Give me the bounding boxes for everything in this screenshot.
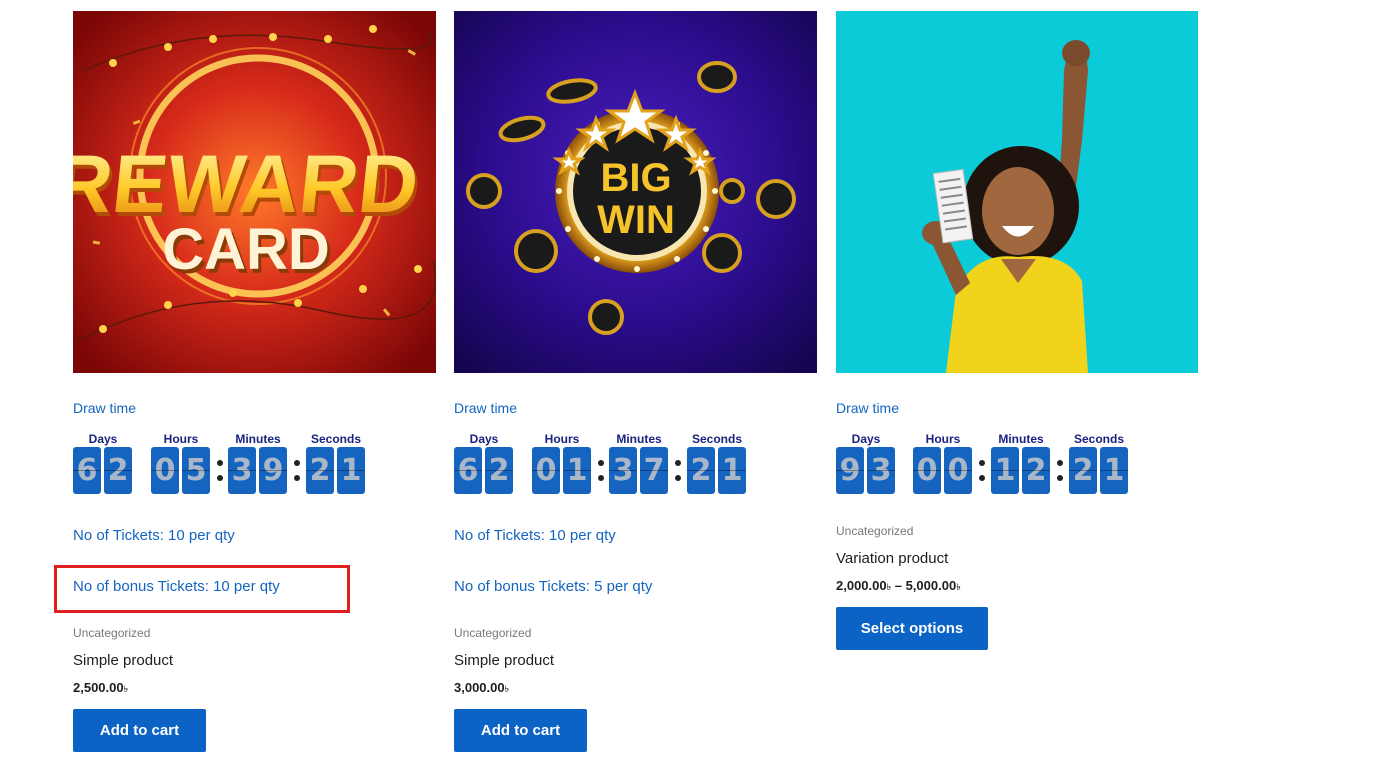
countdown-label-hours: Hours [925, 432, 961, 446]
countdown-label-minutes: Minutes [998, 432, 1044, 446]
product-title[interactable]: Simple product [454, 652, 554, 669]
countdown-digit: 0 [532, 447, 560, 494]
countdown-separator [1056, 456, 1064, 486]
countdown-label-minutes: Minutes [616, 432, 662, 446]
product-card-3: Draw time Days Hours Minutes Seconds 9 3… [836, 11, 1198, 650]
tickets-info: No of Tickets: 10 per qty [454, 527, 616, 544]
countdown-separator [293, 456, 301, 486]
add-to-cart-button[interactable]: Add to cart [73, 709, 206, 752]
currency-symbol: ৳ [504, 684, 510, 694]
svg-text:BIG: BIG [600, 156, 671, 200]
countdown-label-days: Days [469, 432, 499, 446]
currency-symbol: ৳ [956, 582, 961, 592]
countdown-separator [978, 456, 986, 486]
countdown-digit: 2 [104, 447, 132, 494]
currency-symbol: ৳ [123, 684, 129, 694]
product-price-range: 2,000.00৳ – 5,000.00৳ [836, 578, 961, 595]
countdown-labels: Days Hours Minutes Seconds [73, 432, 383, 446]
countdown-label-seconds: Seconds [691, 432, 742, 446]
countdown-digit: 0 [913, 447, 941, 494]
product-image-winner[interactable] [836, 11, 1198, 373]
product-category[interactable]: Uncategorized [454, 626, 531, 640]
bonus-tickets-info: No of bonus Tickets: 10 per qty [73, 578, 280, 595]
countdown-digit: 9 [836, 447, 864, 494]
countdown-label-seconds: Seconds [310, 432, 361, 446]
product-image-reward-card[interactable]: REWARD REWARD CARD CARD [73, 11, 436, 373]
countdown-digit: 1 [337, 447, 365, 494]
product-category[interactable]: Uncategorized [836, 524, 913, 538]
countdown-digit: 1 [991, 447, 1019, 494]
countdown-digit: 1 [563, 447, 591, 494]
product-category[interactable]: Uncategorized [73, 626, 150, 640]
countdown-labels: Days Hours Minutes Seconds [454, 432, 764, 446]
price-amount: 2,500.00 [73, 680, 124, 695]
countdown-separator [674, 456, 682, 486]
product-price: 2,500.00৳ [73, 680, 128, 697]
big-win-image: BIG WIN [454, 11, 817, 373]
select-options-button[interactable]: Select options [836, 607, 988, 650]
winner-woman-image [836, 11, 1198, 373]
currency-symbol: ৳ [886, 582, 892, 592]
countdown-digit: 2 [1022, 447, 1050, 494]
bonus-tickets-info: No of bonus Tickets: 5 per qty [454, 578, 653, 595]
countdown-timer: 6 2 0 5 3 9 2 1 [73, 447, 393, 494]
countdown-digit: 3 [609, 447, 637, 494]
price-separator: – [894, 578, 902, 593]
countdown-label-hours: Hours [163, 432, 199, 446]
countdown-digit: 1 [1100, 447, 1128, 494]
countdown-digit: 0 [151, 447, 179, 494]
tickets-info: No of Tickets: 10 per qty [73, 527, 235, 544]
countdown-digit: 0 [944, 447, 972, 494]
product-price: 3,000.00৳ [454, 680, 509, 697]
countdown-separator [597, 456, 605, 486]
countdown-labels: Days Hours Minutes Seconds [836, 432, 1146, 446]
product-title[interactable]: Variation product [836, 550, 948, 567]
countdown-timer: 6 2 0 1 3 7 2 1 [454, 447, 774, 494]
countdown-digit: 1 [718, 447, 746, 494]
reward-card-image: REWARD REWARD CARD CARD [73, 11, 436, 373]
draw-time-label: Draw time [836, 400, 900, 416]
countdown-digit: 7 [640, 447, 668, 494]
countdown-label-seconds: Seconds [1073, 432, 1124, 446]
countdown-digit: 3 [228, 447, 256, 494]
countdown-digit: 6 [454, 447, 482, 494]
countdown-digit: 3 [867, 447, 895, 494]
product-card-1: REWARD REWARD CARD CARD Draw time Days H… [54, 11, 436, 752]
price-max: 5,000.00 [905, 578, 957, 593]
draw-time-label: Draw time [73, 400, 137, 416]
price-amount: 3,000.00 [454, 680, 505, 695]
price-min: 2,000.00 [836, 578, 887, 593]
countdown-digit: 2 [485, 447, 513, 494]
countdown-label-days: Days [851, 432, 881, 446]
countdown-digit: 5 [182, 447, 210, 494]
product-title[interactable]: Simple product [73, 652, 173, 669]
countdown-label-minutes: Minutes [235, 432, 281, 446]
countdown-digit: 2 [687, 447, 715, 494]
svg-text:CARD: CARD [162, 217, 330, 282]
countdown-label-hours: Hours [544, 432, 580, 446]
countdown-digit: 6 [73, 447, 101, 494]
svg-text:WIN: WIN [597, 198, 675, 242]
product-image-big-win[interactable]: BIG WIN [454, 11, 817, 373]
countdown-digit: 2 [306, 447, 334, 494]
draw-time-label: Draw time [454, 400, 518, 416]
countdown-timer: 9 3 0 0 1 2 2 1 [836, 447, 1156, 494]
product-card-2: BIG WIN Draw time Days Hours Minutes Sec… [454, 11, 817, 752]
countdown-separator [216, 456, 224, 486]
countdown-digit: 2 [1069, 447, 1097, 494]
countdown-digit: 9 [259, 447, 287, 494]
add-to-cart-button[interactable]: Add to cart [454, 709, 587, 752]
countdown-label-days: Days [88, 432, 118, 446]
